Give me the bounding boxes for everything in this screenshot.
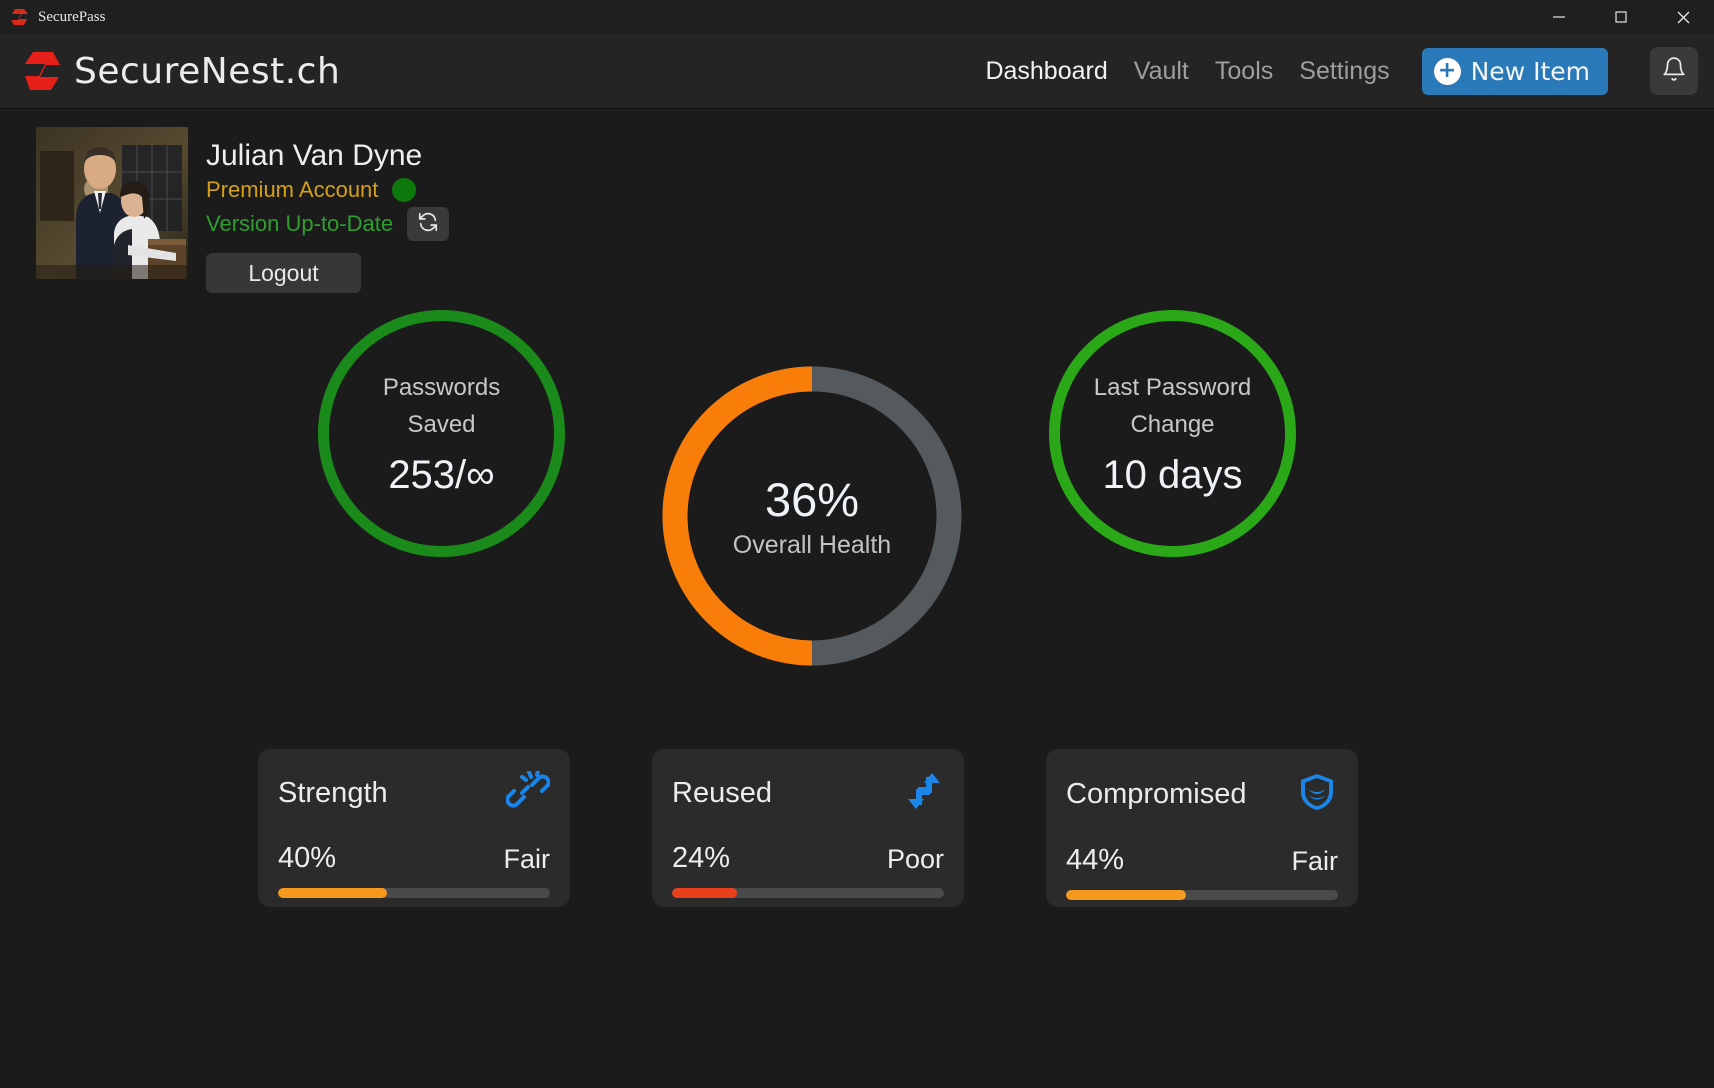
strength-card-values: 40% Fair — [278, 842, 550, 875]
reused-card[interactable]: Reused 24% Poor — [652, 749, 964, 907]
shield-check-icon — [1296, 771, 1338, 817]
swap-arrows-icon — [904, 771, 944, 815]
minimize-button[interactable] — [1528, 0, 1590, 34]
version-status-row: Version Up-to-Date — [206, 207, 450, 241]
compromised-card-values: 44% Fair — [1066, 844, 1338, 877]
overall-health-value: 36% — [764, 473, 860, 526]
strength-card[interactable]: Strength 40% Fair — [258, 749, 570, 907]
profile-details: Julian Van Dyne Premium Account Version … — [206, 127, 450, 293]
logout-button[interactable]: Logout — [206, 253, 361, 293]
reused-progress-fill — [672, 888, 738, 898]
passwords-saved-gauge: Passwords Saved 253/∞ — [313, 305, 570, 562]
refresh-sync-icon — [417, 211, 439, 237]
broken-chain-icon — [505, 769, 551, 815]
securenest-s-logo-icon — [22, 50, 62, 92]
reused-percent: 24% — [672, 842, 731, 874]
reused-card-values: 24% Poor — [672, 842, 944, 875]
overall-health-label: Overall Health — [732, 531, 892, 559]
compromised-card-title: Compromised — [1066, 777, 1247, 810]
compromised-progress-track — [1066, 890, 1338, 900]
last-change-label-line1: Last Password — [1093, 373, 1252, 401]
reused-card-title: Reused — [672, 776, 772, 809]
brand-logo: SecureNest.ch — [22, 50, 340, 92]
bell-icon — [1661, 56, 1687, 86]
window-controls — [1528, 0, 1714, 34]
profile-name: Julian Van Dyne — [206, 139, 423, 172]
reused-card-header: Reused — [672, 771, 944, 815]
logout-label: Logout — [248, 259, 319, 286]
user-profile-section: Julian Van Dyne Premium Account Version … — [0, 109, 1714, 293]
account-type-label: Premium Account — [206, 177, 379, 202]
strength-rating: Fair — [503, 844, 551, 874]
notifications-button[interactable] — [1650, 47, 1698, 95]
nav-item-dashboard[interactable]: Dashboard — [985, 57, 1107, 86]
passwords-saved-label-line1: Passwords — [382, 373, 501, 401]
last-change-value: 10 days — [1102, 453, 1243, 498]
last-password-change-gauge: Last Password Change 10 days — [1044, 305, 1301, 562]
compromised-card-header: Compromised — [1066, 771, 1338, 817]
nav-item-vault[interactable]: Vault — [1134, 57, 1189, 86]
compromised-card[interactable]: Compromised 44% Fair — [1046, 749, 1358, 907]
strength-card-title: Strength — [278, 776, 388, 809]
compromised-percent: 44% — [1066, 844, 1125, 876]
compromised-progress-fill — [1066, 890, 1186, 900]
passwords-saved-value: 253/∞ — [388, 453, 495, 498]
app-header: SecureNest.ch Dashboard Vault Tools Sett… — [0, 34, 1714, 109]
window-titlebar: SecurePass — [0, 0, 1714, 34]
securepass-logo-icon — [10, 8, 30, 26]
reused-rating: Poor — [886, 844, 944, 874]
metric-cards-row: Strength 40% Fair Reused 24% Poor Compro… — [0, 697, 1714, 907]
account-type-row: Premium Account — [206, 177, 449, 203]
account-status-indicator — [392, 178, 417, 202]
strength-card-header: Strength — [278, 769, 551, 815]
new-item-label: New Item — [1470, 56, 1590, 86]
nav-item-settings[interactable]: Settings — [1299, 57, 1389, 86]
plus-circle-icon: + — [1433, 57, 1461, 85]
nav-item-tools[interactable]: Tools — [1215, 57, 1273, 86]
reused-progress-track — [672, 888, 944, 898]
main-navigation: Dashboard Vault Tools Settings + New Ite… — [985, 47, 1698, 95]
last-change-label-line2: Change — [1130, 411, 1215, 438]
version-status-label: Version Up-to-Date — [206, 211, 394, 236]
avatar — [36, 127, 188, 279]
gauges-section: Passwords Saved 253/∞ 36% Overall Health… — [0, 297, 1714, 697]
compromised-rating: Fair — [1291, 846, 1339, 876]
strength-percent: 40% — [278, 842, 337, 874]
maximize-button[interactable] — [1590, 0, 1652, 34]
refresh-sync-button[interactable] — [407, 207, 450, 241]
strength-progress-track — [278, 888, 550, 898]
window-title: SecurePass — [38, 8, 106, 25]
passwords-saved-label-line2: Saved — [407, 411, 476, 438]
close-button[interactable] — [1652, 0, 1714, 34]
strength-progress-fill — [278, 888, 387, 898]
overall-health-donut: 36% Overall Health — [661, 365, 963, 667]
new-item-button[interactable]: + New Item — [1421, 47, 1608, 95]
brand-name: SecureNest.ch — [74, 50, 341, 92]
